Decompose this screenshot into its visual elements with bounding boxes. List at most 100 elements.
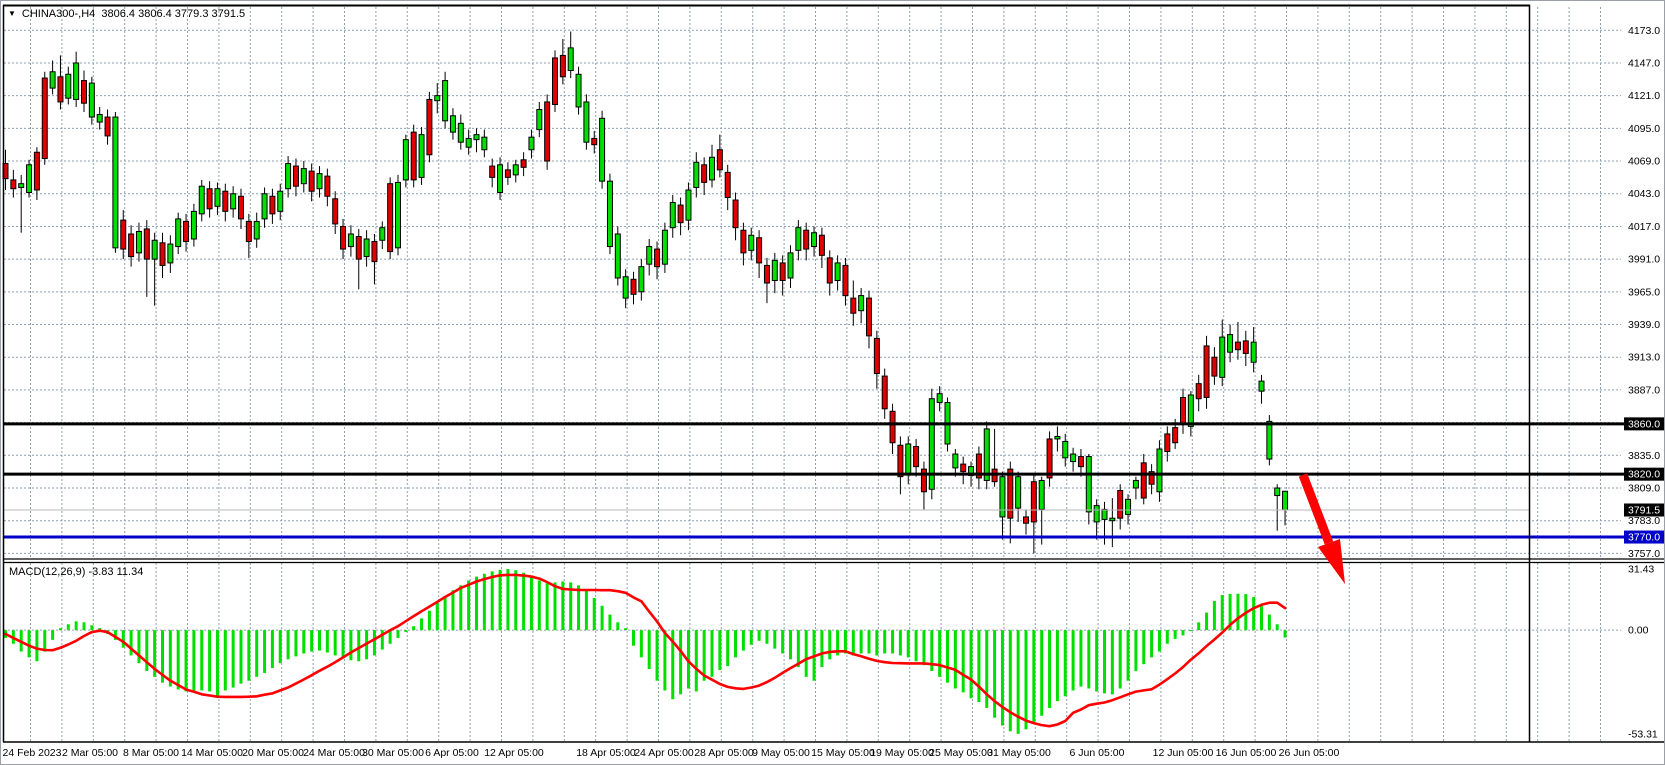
candle[interactable] [780,255,785,295]
candle[interactable] [976,447,981,490]
candle[interactable] [254,213,259,248]
candle[interactable] [584,94,589,149]
candle[interactable] [568,32,573,79]
candle[interactable] [513,160,518,183]
candle[interactable] [490,159,495,188]
price-tag-3791.5[interactable]: 3791.5 [1624,504,1664,517]
candle[interactable] [1133,477,1138,500]
candle[interactable] [278,184,283,220]
candle[interactable] [592,131,597,154]
candle[interactable] [725,165,730,210]
candle[interactable] [521,152,526,176]
candle[interactable] [631,272,636,305]
candle[interactable] [662,223,667,273]
candle[interactable] [827,250,832,295]
candle[interactable] [380,221,385,249]
candle[interactable] [1220,319,1225,386]
candle[interactable] [733,192,738,240]
candle[interactable] [325,169,330,207]
candle[interactable] [764,258,769,303]
candle[interactable] [804,223,809,261]
price-tag-3860.0[interactable]: 3860.0 [1624,417,1664,430]
candle[interactable] [333,191,338,234]
candle[interactable] [1086,454,1091,524]
candle[interactable] [207,181,212,217]
candle[interactable] [1024,509,1029,534]
candle[interactable] [427,92,432,162]
candle[interactable] [482,130,487,158]
candle[interactable] [600,111,605,189]
candle[interactable] [615,226,620,285]
candle[interactable] [1275,484,1280,531]
candle[interactable] [199,180,204,221]
candle[interactable] [1243,331,1248,366]
candle[interactable] [961,457,966,485]
candle[interactable] [396,175,401,255]
candle[interactable] [466,130,471,155]
candle[interactable] [301,161,306,192]
candle[interactable] [1204,336,1209,409]
price-tag-3770.0[interactable]: 3770.0 [1624,531,1664,544]
candle[interactable] [144,220,149,297]
candle[interactable] [239,189,244,229]
candle[interactable] [906,436,911,484]
candle[interactable] [1000,472,1005,540]
macd-signal-line[interactable] [6,575,1286,726]
candle[interactable] [1016,472,1021,522]
candle[interactable] [1039,477,1044,545]
candle[interactable] [851,281,856,326]
candle[interactable] [859,288,864,323]
candle[interactable] [819,228,824,268]
candle[interactable] [42,72,47,165]
candle[interactable] [717,135,722,178]
price-tag-3820.0[interactable]: 3820.0 [1624,468,1664,481]
candle[interactable] [403,135,408,188]
candle[interactable] [678,198,683,236]
candle[interactable] [458,115,463,150]
candle[interactable] [136,223,141,262]
candle[interactable] [411,125,416,188]
candle[interactable] [50,60,55,94]
candle[interactable] [984,421,989,489]
candle[interactable] [929,389,934,500]
symbol-dropdown-icon[interactable]: ▼ [8,10,16,18]
candle[interactable] [545,94,550,169]
candle[interactable] [1055,426,1060,451]
candle[interactable] [639,259,644,300]
candle[interactable] [1228,325,1233,363]
price-axis[interactable]: 4173.04147.04121.04095.04069.04043.04017… [1624,25,1664,741]
candle[interactable] [1141,454,1146,504]
candle[interactable] [348,225,353,256]
candle[interactable] [890,404,895,454]
candle[interactable] [1071,448,1076,472]
candle[interactable] [1188,391,1193,436]
candle[interactable] [419,127,424,185]
candle[interactable] [553,50,558,112]
candle[interactable] [757,230,762,278]
candle[interactable] [1196,375,1201,411]
candle[interactable] [788,245,793,288]
candle[interactable] [388,177,393,259]
candle[interactable] [1212,347,1217,385]
candle[interactable] [647,239,652,275]
candle[interactable] [835,255,840,290]
candle[interactable] [1165,426,1170,461]
candle[interactable] [270,189,275,224]
candle[interactable] [1110,498,1115,547]
candle[interactable] [529,130,534,159]
candle[interactable] [11,170,16,198]
candle[interactable] [537,102,542,137]
candle[interactable] [914,439,919,477]
candle[interactable] [89,77,94,125]
candle[interactable] [19,175,24,233]
candle[interactable] [843,258,848,306]
candle[interactable] [898,436,903,494]
candle[interactable] [607,174,612,254]
candle[interactable] [129,225,134,266]
candle[interactable] [176,213,181,254]
candle[interactable] [262,187,267,227]
candle[interactable] [1047,431,1052,486]
price-chart-canvas[interactable]: 4173.04147.04121.04095.04069.04043.04017… [1,1,1665,765]
candle[interactable] [97,107,102,130]
candle[interactable] [443,72,448,129]
